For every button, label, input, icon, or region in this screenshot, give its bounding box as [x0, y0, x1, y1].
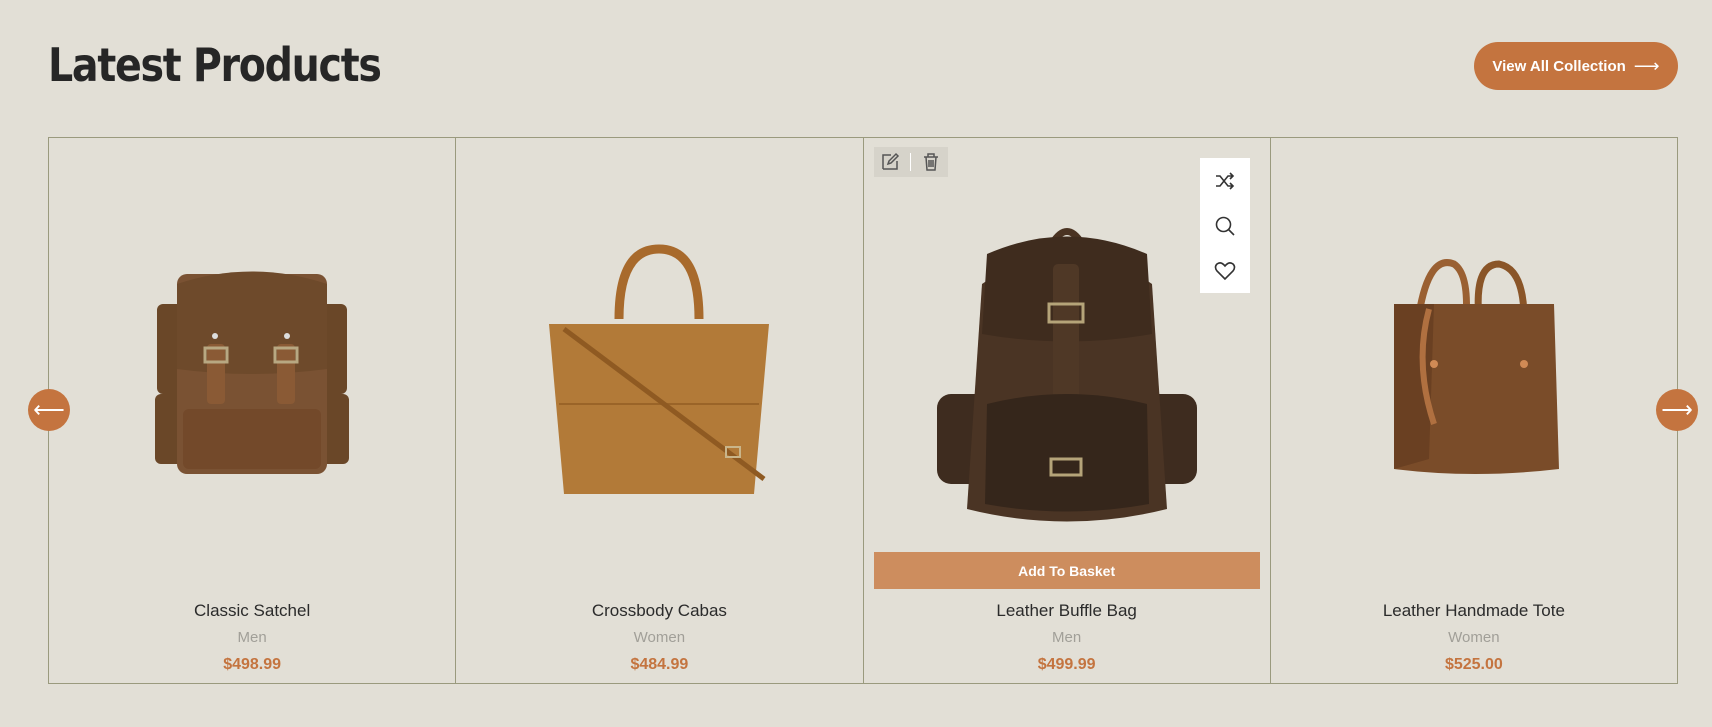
add-to-basket-button[interactable]: Add To Basket — [873, 552, 1260, 589]
arrow-right-icon: ⟶ — [1633, 55, 1660, 76]
product-category: Women — [633, 629, 686, 646]
arrow-right-icon: ⟶ — [1661, 397, 1693, 422]
backpack-satchel-image — [155, 271, 350, 474]
product-price: $498.99 — [223, 656, 282, 673]
product-category: Women — [1448, 629, 1500, 646]
toolbar-divider — [910, 153, 911, 171]
carousel-next-button[interactable]: ⟶ — [1656, 389, 1698, 431]
product-image[interactable] — [49, 138, 456, 590]
edit-toolbar — [873, 147, 948, 177]
tote-cabas-image — [549, 244, 770, 494]
product-card[interactable]: Leather Handmade Tote Women $525.00 — [1270, 138, 1677, 683]
edit-icon[interactable] — [877, 149, 903, 175]
view-all-label: View All Collection — [1492, 57, 1626, 75]
product-name[interactable]: Leather Buffle Bag — [864, 598, 1270, 624]
product-action-tools — [1199, 158, 1250, 293]
product-name[interactable]: Crossbody Cabas — [456, 598, 862, 624]
buffle-backpack-image — [936, 228, 1197, 522]
trash-icon[interactable] — [918, 149, 944, 175]
product-name[interactable]: Leather Handmade Tote — [1271, 598, 1677, 624]
product-card[interactable]: Add To Basket Leather Buffle Bag Men $49… — [863, 138, 1271, 683]
product-image[interactable] — [456, 138, 863, 590]
section-title: Latest Products — [48, 38, 382, 92]
product-category: Men — [1052, 629, 1082, 646]
product-name[interactable]: Classic Satchel — [49, 598, 455, 624]
product-price: $484.99 — [630, 656, 689, 673]
carousel-prev-button[interactable]: ⟵ — [28, 389, 70, 431]
product-category: Men — [237, 629, 267, 646]
search-icon[interactable] — [1212, 213, 1238, 239]
product-price: $499.99 — [1037, 656, 1096, 673]
shuffle-icon[interactable] — [1212, 168, 1238, 194]
view-all-collection-button[interactable]: View All Collection ⟶ — [1474, 42, 1678, 90]
product-card[interactable]: Classic Satchel Men $498.99 — [49, 138, 457, 683]
product-grid: Classic Satchel Men $498.99 Crossbody Ca… — [48, 137, 1678, 684]
product-image[interactable] — [1270, 138, 1677, 590]
heart-icon[interactable] — [1212, 258, 1238, 284]
handmade-tote-image — [1393, 259, 1559, 474]
product-card[interactable]: Crossbody Cabas Women $484.99 — [456, 138, 864, 683]
product-price: $525.00 — [1444, 656, 1503, 673]
arrow-left-icon: ⟵ — [33, 397, 65, 422]
